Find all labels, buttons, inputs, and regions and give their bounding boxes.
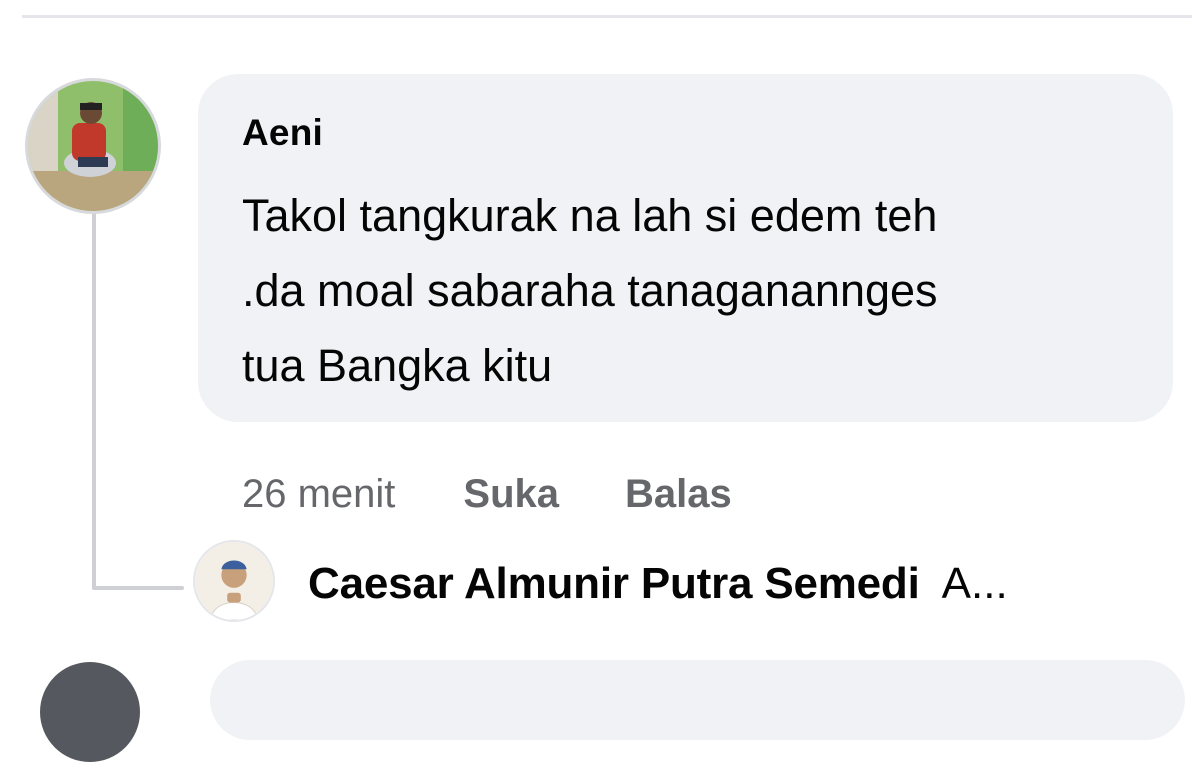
comment-timestamp[interactable]: 26 menit [242, 472, 395, 517]
commenter-avatar[interactable] [25, 78, 161, 214]
next-comment-bubble [210, 660, 1185, 740]
reply-author-avatar[interactable] [193, 540, 275, 622]
thread-connector-vertical [92, 210, 96, 590]
next-comment-avatar[interactable] [40, 662, 140, 762]
comment-text-line: tua Bangka kitu [242, 340, 553, 391]
thread-connector-horizontal [92, 586, 184, 590]
commenter-photo [28, 81, 158, 211]
reply-author-photo [195, 542, 273, 620]
comment-text-line: Takol tangkurak na lah si edem teh [242, 190, 938, 241]
comment-author-name[interactable]: Aeni [242, 112, 323, 154]
reply-text-preview: A... [941, 559, 1008, 608]
top-divider [22, 15, 1192, 18]
comment-text-line: .da moal sabaraha tanaganannges [242, 265, 938, 316]
comment-actions: 26 menit Suka Balas [242, 466, 732, 522]
comment-text: Takol tangkurak na lah si edem teh .da m… [242, 178, 1152, 403]
like-button[interactable]: Suka [463, 472, 559, 517]
reply-button[interactable]: Balas [625, 472, 732, 517]
reply-preview-row[interactable]: Caesar Almunir Putra Semedi A... [308, 552, 1008, 616]
reply-author-name[interactable]: Caesar Almunir Putra Semedi [308, 559, 920, 609]
